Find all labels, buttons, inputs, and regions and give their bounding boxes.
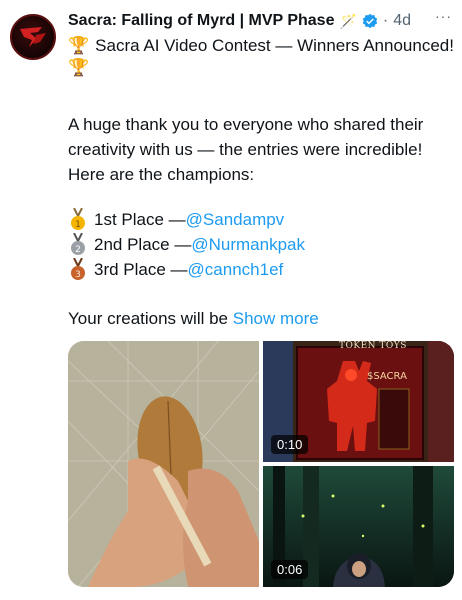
profile-avatar[interactable] — [10, 14, 56, 60]
winner-third: 3 3rd Place — @cannch1ef — [68, 258, 283, 282]
winner-handle[interactable]: @Nurmankpak — [191, 235, 305, 255]
winner-label: 3rd Place — — [94, 260, 188, 279]
post-intro: A huge thank you to everyone who shared … — [68, 115, 424, 184]
video-duration: 0:06 — [271, 560, 309, 579]
post-title: Sacra AI Video Contest — Winners Announc… — [95, 36, 454, 55]
author-name[interactable]: Sacra: Falling of Myrd | MVP Phase — [68, 12, 334, 30]
more-options-icon[interactable]: ··· — [435, 8, 452, 24]
separator-dot: · — [382, 12, 389, 29]
video-duration: 0:10 — [271, 435, 309, 454]
show-more-link[interactable]: Show more — [233, 309, 319, 328]
svg-text:1: 1 — [75, 220, 81, 230]
verified-badge-icon — [362, 13, 378, 29]
closing-text: Your creations will be — [68, 309, 233, 328]
svg-text:3: 3 — [75, 270, 81, 280]
media-grid: TOKEN TOYS $SACRA 0:10 0:06 — [68, 341, 454, 587]
winner-first: 1 1st Place — @Sandampv — [68, 208, 284, 232]
post-timestamp[interactable]: 4d — [393, 12, 411, 30]
token-toys-sign: TOKEN TOYS — [339, 341, 407, 351]
post-header: Sacra: Falling of Myrd | MVP Phase 🪄 · 4… — [68, 10, 454, 32]
leaf-drawing-video[interactable] — [68, 341, 259, 587]
svg-text:2: 2 — [75, 245, 81, 255]
winner-second: 2 2nd Place — @Nurmankpak — [68, 233, 305, 257]
leaf-drawing-thumbnail — [68, 341, 259, 587]
post-closing: Your creations will be Show more — [68, 309, 319, 329]
bronze-medal-icon: 3 — [71, 258, 85, 280]
trophy-icon-2: 🏆 — [68, 58, 90, 77]
silver-medal-icon: 2 — [71, 233, 85, 255]
winner-label: 2nd Place — — [94, 235, 192, 254]
token-toys-video[interactable]: TOKEN TOYS $SACRA 0:10 — [263, 341, 454, 462]
sacra-logo-icon — [20, 27, 46, 47]
winner-handle[interactable]: @cannch1ef — [188, 260, 284, 280]
post-title-line: 🏆 Sacra AI Video Contest — Winners Annou… — [68, 36, 454, 56]
winner-handle[interactable]: @Sandampv — [186, 210, 285, 230]
winner-label: 1st Place — — [94, 210, 186, 229]
trophy-icon: 🏆 — [68, 36, 90, 55]
magic-wand-icon: 🪄 — [339, 12, 357, 29]
price-label: $SACRA — [367, 371, 407, 382]
forest-knight-video[interactable]: 0:06 — [263, 466, 454, 587]
gold-medal-icon: 1 — [71, 208, 85, 230]
